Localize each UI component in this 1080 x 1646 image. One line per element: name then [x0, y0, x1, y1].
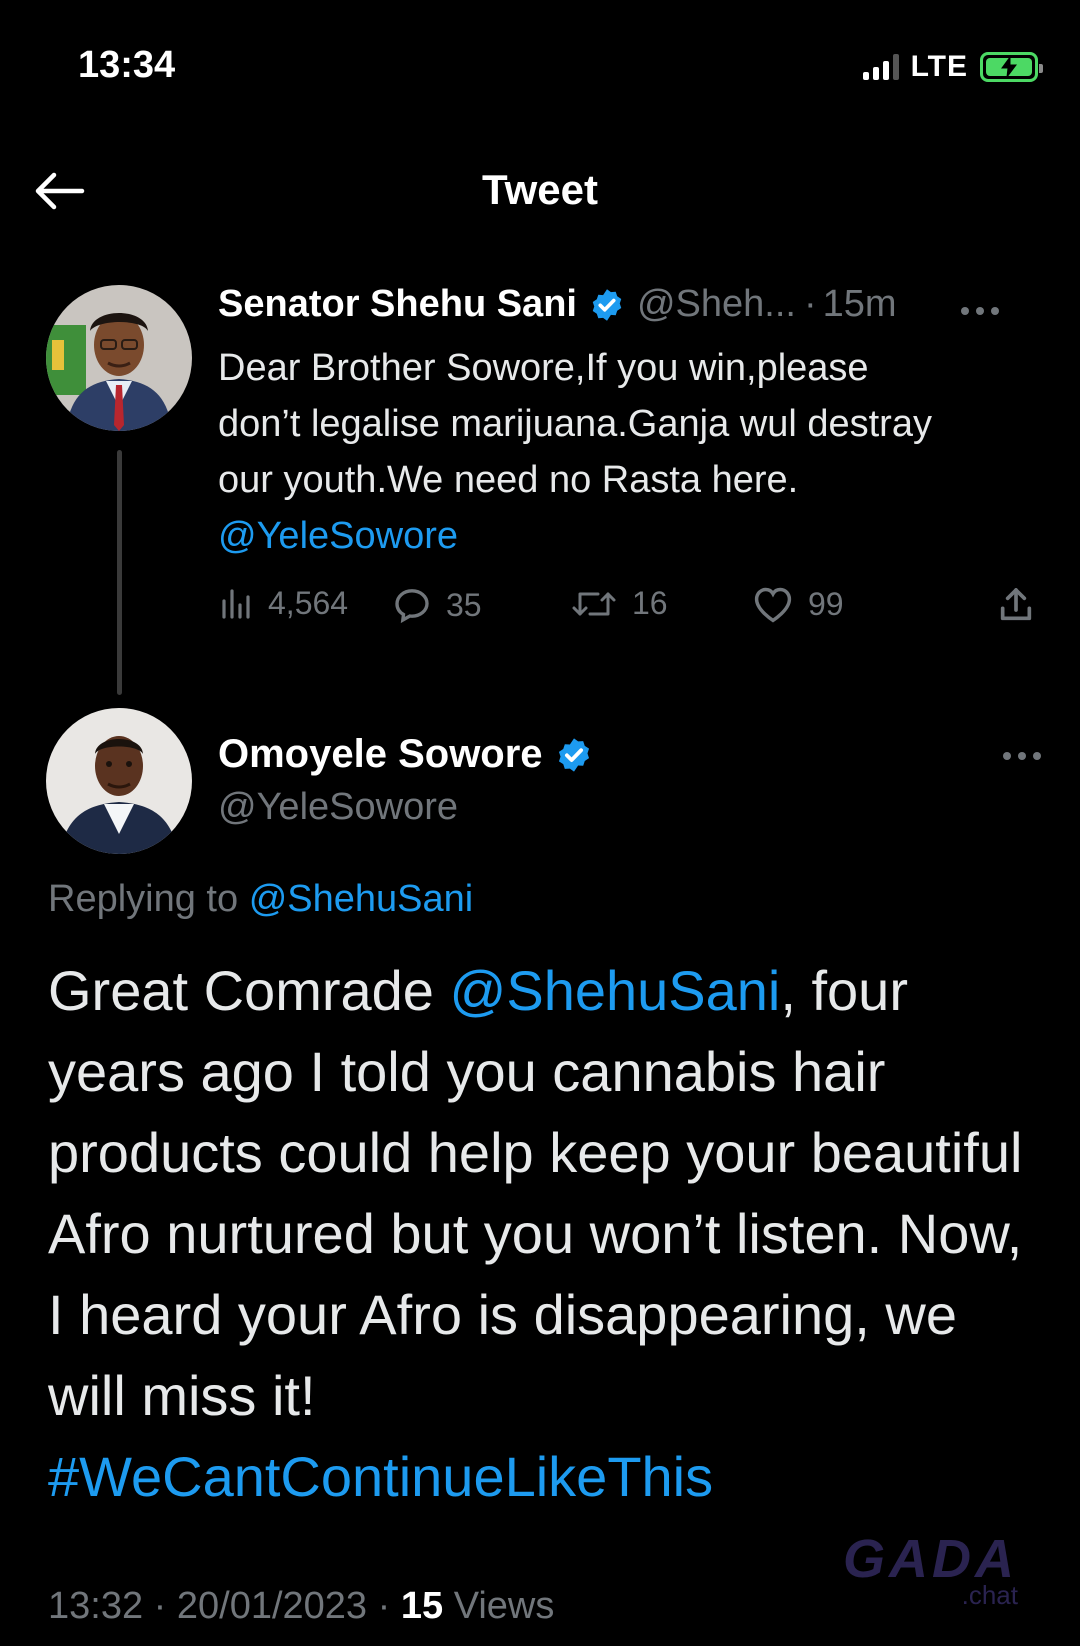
analytics-icon	[222, 588, 250, 619]
retweet-count: 16	[632, 585, 668, 621]
like-count: 99	[808, 585, 844, 622]
page-title: Tweet	[482, 166, 598, 213]
author-name[interactable]: Senator Shehu Sani	[218, 283, 577, 326]
tweet2-body: Great Comrade @ShehuSani, four years ago…	[48, 950, 1048, 1517]
tweet1-line: don’t legalise marijuana.Ganja wul destr…	[218, 403, 932, 445]
retweet-action[interactable]: 16	[570, 585, 668, 622]
share-action[interactable]	[996, 585, 1036, 625]
tweet-timestamp[interactable]: 15m	[823, 283, 897, 326]
reply-count: 35	[446, 586, 482, 623]
tweet1-line: our youth.We need no Rasta here.	[218, 459, 799, 501]
tweet2-text-start: Great Comrade	[48, 959, 450, 1022]
heart-icon	[754, 587, 792, 623]
tweet2-header: Omoyele Sowore	[218, 732, 593, 777]
mention-link[interactable]: @YeleSowore	[218, 508, 1048, 564]
views-action[interactable]: 4,564	[220, 585, 348, 622]
replying-mention-link[interactable]: @ShehuSani	[249, 878, 474, 920]
replying-to: Replying to @ShehuSani	[48, 878, 473, 921]
tweet1-header: Senator Shehu Sani @Sheh... · 15m	[218, 283, 1038, 326]
status-indicators: LTE	[862, 50, 1043, 84]
signal-icon	[862, 54, 899, 80]
reply-icon	[395, 589, 429, 624]
views-count: 4,564	[268, 585, 349, 621]
tweet-meta: 13:32 · 20/01/2023 · 15 Views	[48, 1585, 554, 1628]
tweet2-text-rest: , four years ago I told you cannabis hai…	[48, 959, 1023, 1427]
avatar-omoyele-sowore[interactable]	[46, 708, 192, 854]
replying-prefix: Replying to	[48, 878, 239, 920]
views-count[interactable]: 15	[401, 1585, 443, 1627]
author-name[interactable]: Omoyele Sowore	[218, 732, 543, 777]
avatar-shehu-sani[interactable]	[46, 285, 192, 431]
tweet1-body: Dear Brother Sowore,If you win,please do…	[218, 340, 1048, 564]
tweet1-line: Dear Brother Sowore,If you win,please	[218, 347, 869, 389]
battery-charging-icon	[980, 52, 1043, 82]
verified-badge-icon	[555, 736, 593, 774]
more-options-button[interactable]	[1002, 748, 1042, 766]
more-horizontal-icon	[1003, 752, 1041, 760]
hashtag-link[interactable]: #WeCantContinueLikeThis	[48, 1445, 713, 1508]
views-label[interactable]: Views	[454, 1585, 555, 1627]
network-label: LTE	[910, 50, 968, 83]
like-action[interactable]: 99	[752, 585, 844, 623]
verified-badge-icon	[589, 287, 625, 323]
reply-action[interactable]: 35	[392, 585, 482, 625]
thread-connector	[117, 450, 122, 695]
status-bar: 13:34 LTE	[0, 40, 1080, 96]
more-horizontal-icon	[961, 307, 999, 315]
meta-time[interactable]: 13:32	[48, 1585, 143, 1627]
meta-date[interactable]: 20/01/2023	[177, 1585, 367, 1627]
more-options-button[interactable]	[960, 283, 1000, 326]
top-nav: Tweet	[0, 150, 1080, 230]
tweet1-actions: 4,564 35 16 99	[220, 585, 1050, 635]
retweet-icon	[572, 592, 616, 615]
author-handle[interactable]: @YeleSowore	[218, 786, 458, 829]
mention-link[interactable]: @ShehuSani	[450, 959, 781, 1022]
author-handle[interactable]: @Sheh...	[637, 283, 796, 326]
separator-dot: ·	[803, 283, 817, 325]
status-time: 13:34	[78, 44, 176, 86]
meta-separator: ·	[377, 1585, 391, 1627]
share-icon	[1000, 588, 1032, 621]
tweet-detail-screen: 13:34 LTE Tweet Senator Shehu Sani @Sheh…	[0, 0, 1080, 1646]
meta-separator: ·	[153, 1585, 167, 1627]
watermark-logo: GADA .chat	[843, 1528, 1018, 1611]
